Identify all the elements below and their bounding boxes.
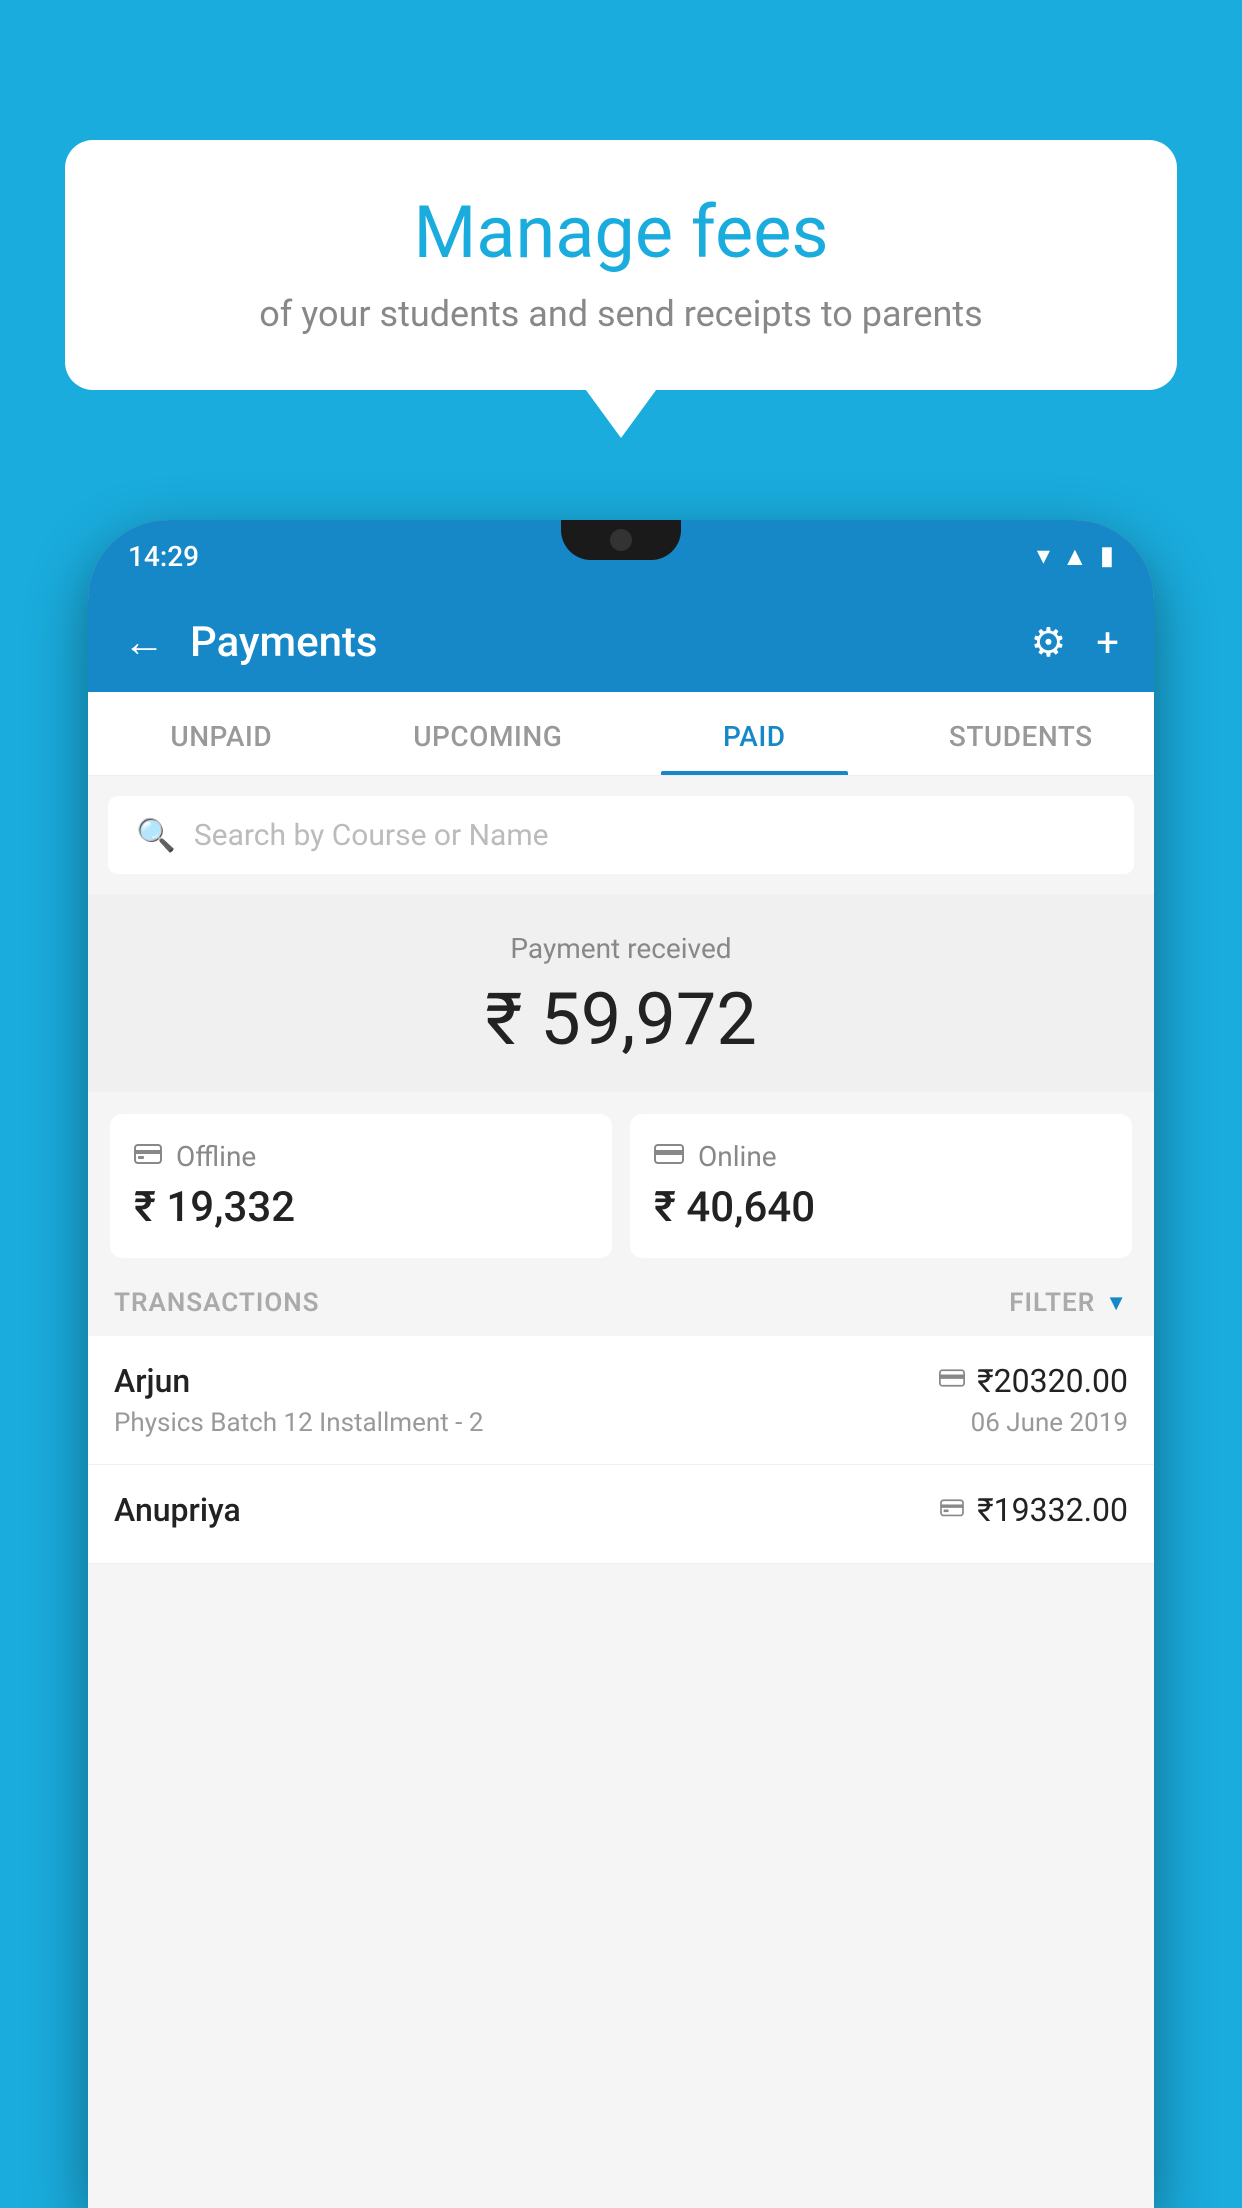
online-card-header: Online <box>654 1140 1108 1173</box>
bubble-subtitle: of your students and send receipts to pa… <box>125 293 1117 335</box>
filter-icon: ▼ <box>1105 1290 1128 1316</box>
tabs: UNPAID UPCOMING PAID STUDENTS <box>88 692 1154 776</box>
transaction-row-arjun[interactable]: Arjun ₹20320.00 Physics <box>88 1336 1154 1465</box>
bubble-title: Manage fees <box>125 190 1117 275</box>
transaction-icon-arjun <box>939 1366 965 1396</box>
payment-amount: ₹ 59,972 <box>108 977 1134 1062</box>
transaction-amount-arjun: ₹20320.00 <box>977 1362 1128 1400</box>
transaction-course-arjun: Physics Batch 12 Installment - 2 <box>114 1408 483 1438</box>
online-icon <box>654 1140 684 1173</box>
online-type: Online <box>698 1140 777 1173</box>
transaction-amount-anupriya: ₹19332.00 <box>977 1491 1128 1529</box>
status-bar: 14:29 ▾ ▲ ▮ <box>88 520 1154 592</box>
payment-summary: Payment received ₹ 59,972 <box>88 894 1154 1092</box>
offline-card-header: Offline <box>134 1140 588 1173</box>
phone-container: 14:29 ▾ ▲ ▮ ← Payments ⚙ + <box>88 520 1154 2208</box>
settings-icon[interactable]: ⚙ <box>1030 619 1066 666</box>
transaction-icon-anupriya <box>939 1495 965 1525</box>
page-title: Payments <box>190 618 1005 667</box>
transaction-date-arjun: 06 June 2019 <box>971 1408 1128 1438</box>
transaction-top-arjun: Arjun ₹20320.00 <box>114 1362 1128 1400</box>
app-header: ← Payments ⚙ + <box>88 592 1154 692</box>
tab-students[interactable]: STUDENTS <box>888 692 1155 775</box>
transaction-top-anupriya: Anupriya ₹19332.00 <box>114 1491 1128 1529</box>
filter-label: FILTER <box>1009 1288 1095 1318</box>
speech-bubble: Manage fees of your students and send re… <box>65 140 1177 390</box>
transaction-name-anupriya: Anupriya <box>114 1491 241 1529</box>
payment-label: Payment received <box>108 932 1134 965</box>
offline-amount: ₹ 19,332 <box>134 1183 588 1232</box>
online-amount: ₹ 40,640 <box>654 1183 1108 1232</box>
status-icons: ▾ ▲ ▮ <box>1037 541 1114 572</box>
online-card: Online ₹ 40,640 <box>630 1114 1132 1258</box>
transaction-row-anupriya[interactable]: Anupriya ₹19332.00 <box>88 1465 1154 1564</box>
tab-paid[interactable]: PAID <box>621 692 888 775</box>
offline-type: Offline <box>176 1140 256 1173</box>
phone-notch <box>561 520 681 560</box>
transaction-amount-row-anupriya: ₹19332.00 <box>939 1491 1128 1529</box>
cards-row: Offline ₹ 19,332 Online <box>88 1092 1154 1258</box>
back-button[interactable]: ← <box>123 618 165 667</box>
add-icon[interactable]: + <box>1096 619 1119 666</box>
transaction-amount-row-arjun: ₹20320.00 <box>939 1362 1128 1400</box>
signal-icon: ▲ <box>1062 541 1088 572</box>
search-icon: 🔍 <box>136 816 176 854</box>
offline-icon <box>134 1140 162 1173</box>
content-area: 🔍 Search by Course or Name Payment recei… <box>88 776 1154 2208</box>
notch-camera <box>610 529 632 551</box>
tab-upcoming[interactable]: UPCOMING <box>355 692 622 775</box>
transactions-header: TRANSACTIONS FILTER ▼ <box>88 1258 1154 1336</box>
tab-unpaid[interactable]: UNPAID <box>88 692 355 775</box>
search-input[interactable]: Search by Course or Name <box>194 818 549 853</box>
search-bar[interactable]: 🔍 Search by Course or Name <box>108 796 1134 874</box>
transaction-bottom-arjun: Physics Batch 12 Installment - 2 06 June… <box>114 1408 1128 1438</box>
transactions-label: TRANSACTIONS <box>114 1288 320 1318</box>
wifi-icon: ▾ <box>1037 541 1050 571</box>
offline-card: Offline ₹ 19,332 <box>110 1114 612 1258</box>
transaction-name-arjun: Arjun <box>114 1362 190 1400</box>
filter-button[interactable]: FILTER ▼ <box>1009 1288 1128 1318</box>
battery-icon: ▮ <box>1100 541 1114 571</box>
status-time: 14:29 <box>128 540 199 573</box>
header-icons: ⚙ + <box>1030 619 1119 666</box>
